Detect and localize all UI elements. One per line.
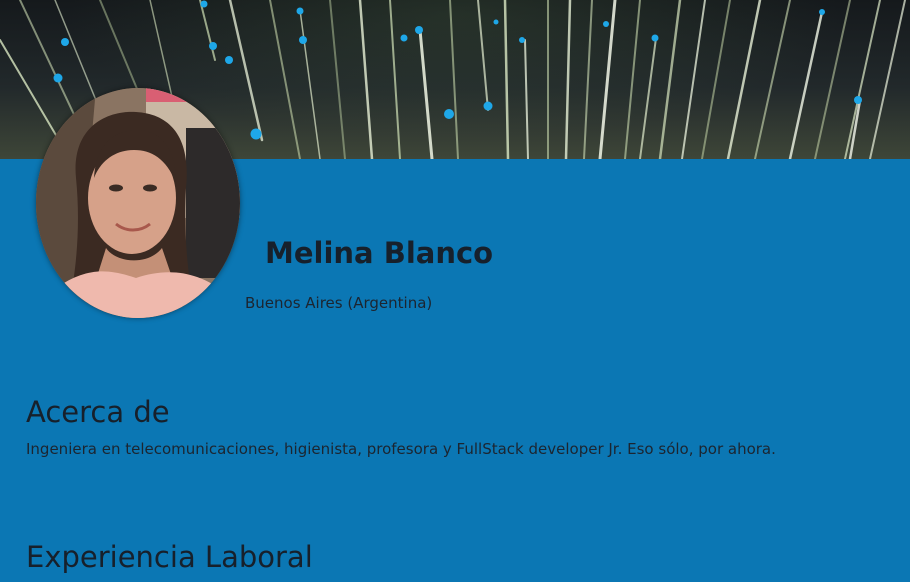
about-description: Ingeniera en telecomunicaciones, higieni… xyxy=(26,440,776,458)
about-section-title: Acerca de xyxy=(26,395,170,429)
profile-avatar xyxy=(36,88,240,318)
profile-location: Buenos Aires (Argentina) xyxy=(245,294,433,312)
profile-photo xyxy=(36,88,240,318)
experience-section-title: Experiencia Laboral xyxy=(26,540,313,574)
profile-name: Melina Blanco xyxy=(265,236,494,270)
